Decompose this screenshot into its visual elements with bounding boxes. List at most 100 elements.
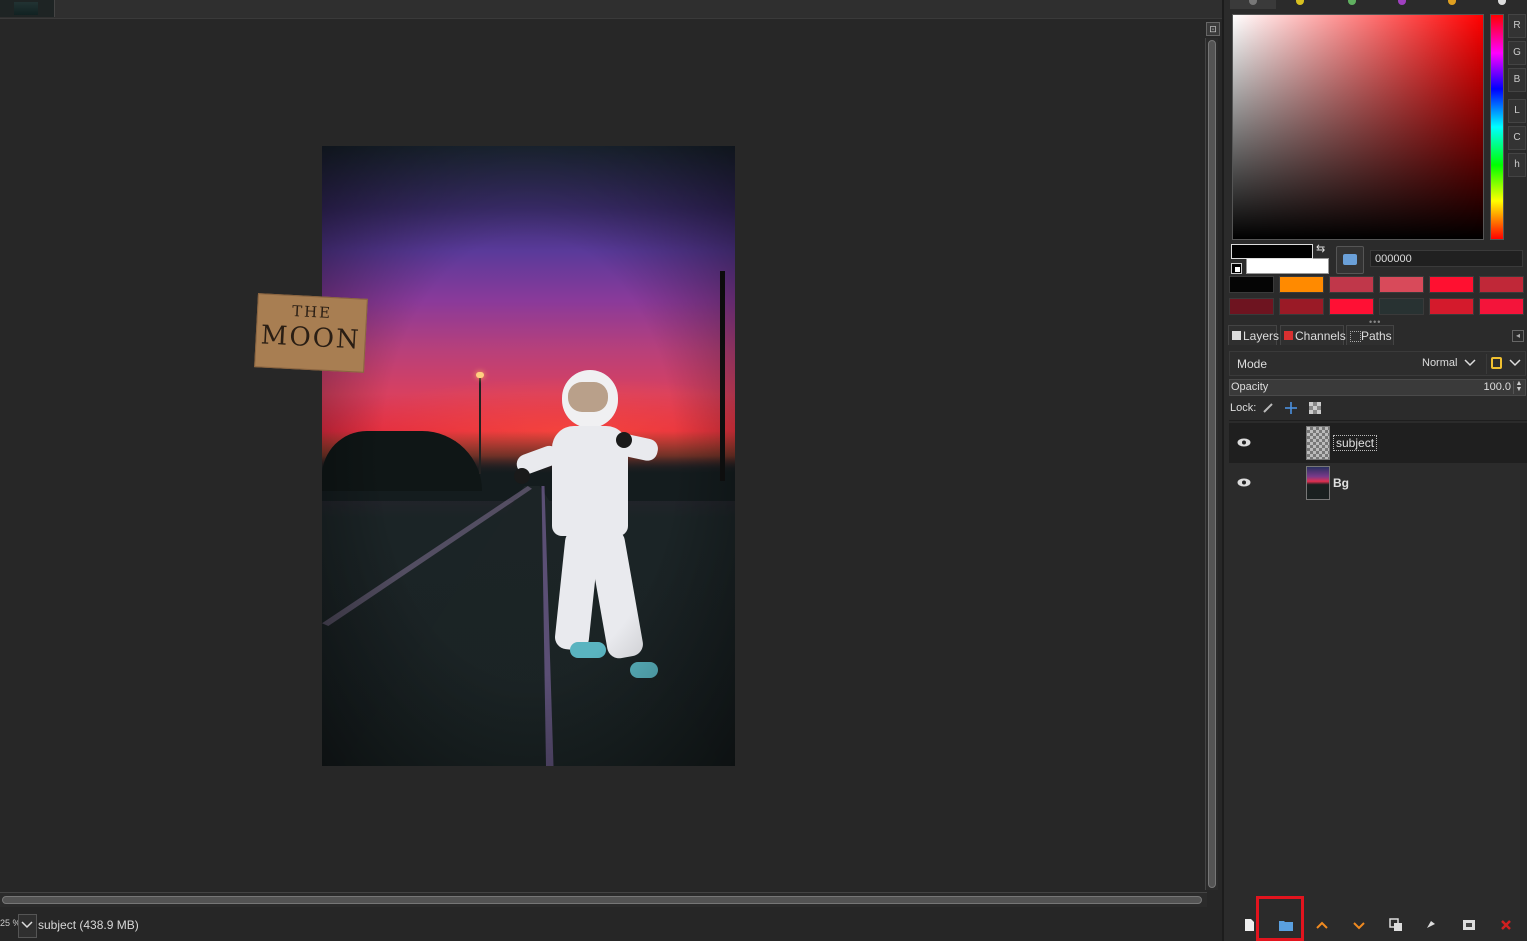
history-swatch[interactable] bbox=[1479, 276, 1524, 293]
eye-icon[interactable] bbox=[1237, 478, 1251, 487]
history-swatch[interactable] bbox=[1329, 276, 1374, 293]
eye-icon[interactable] bbox=[1237, 438, 1251, 447]
zoom-dropdown[interactable] bbox=[18, 914, 37, 938]
horizontal-scrollbar[interactable] bbox=[0, 892, 1207, 907]
channel-c-button[interactable]: C bbox=[1508, 126, 1526, 150]
channel-h-button[interactable]: h bbox=[1508, 153, 1526, 177]
anchor-layer-button[interactable] bbox=[1424, 918, 1440, 932]
lock-label: Lock: bbox=[1230, 402, 1257, 414]
status-layer-info: subject (438.9 MB) bbox=[38, 918, 139, 932]
vertical-scrollbar[interactable] bbox=[1205, 38, 1218, 890]
history-swatch[interactable] bbox=[1479, 298, 1524, 315]
lock-alpha-button[interactable] bbox=[1308, 401, 1322, 415]
history-swatch[interactable] bbox=[1429, 298, 1474, 315]
mode-select[interactable]: Normal bbox=[1422, 357, 1457, 369]
chevron-up-icon bbox=[1316, 921, 1328, 929]
color-picker-button[interactable] bbox=[1336, 246, 1364, 274]
mode-label: Mode bbox=[1237, 357, 1268, 371]
brush-icon bbox=[1263, 403, 1273, 413]
chevron-down-icon[interactable] bbox=[1464, 358, 1476, 368]
color-saturation-value-picker[interactable] bbox=[1232, 14, 1484, 240]
layer-mask-button[interactable] bbox=[1462, 918, 1478, 932]
layer-name[interactable]: Bg bbox=[1333, 476, 1349, 490]
status-bar bbox=[0, 910, 1222, 941]
tab-menu-icon[interactable]: ◂ bbox=[1512, 330, 1524, 342]
lock-position-button[interactable] bbox=[1284, 401, 1298, 415]
lock-pixels-button[interactable] bbox=[1261, 401, 1275, 415]
tab-preview bbox=[14, 2, 38, 15]
color-tab-palette[interactable] bbox=[1480, 0, 1526, 9]
color-history bbox=[1229, 276, 1527, 316]
tab-layers[interactable]: Layers bbox=[1228, 325, 1280, 345]
opacity-value[interactable]: 100.0 bbox=[1483, 381, 1511, 393]
history-swatch[interactable] bbox=[1229, 276, 1274, 293]
history-swatch[interactable] bbox=[1429, 276, 1474, 293]
channel-g-button[interactable]: G bbox=[1508, 41, 1526, 65]
layer-thumbnail bbox=[1306, 426, 1330, 460]
opacity-label: Opacity bbox=[1231, 381, 1269, 393]
default-colors-icon[interactable] bbox=[1231, 263, 1242, 274]
mask-icon bbox=[1463, 920, 1475, 930]
delete-layer-button[interactable] bbox=[1499, 918, 1515, 932]
paths-icon bbox=[1350, 331, 1361, 342]
sign-line2: MOON bbox=[260, 320, 362, 356]
horizontal-scroll-thumb[interactable] bbox=[2, 896, 1202, 904]
hex-color-input[interactable]: 000000 bbox=[1370, 250, 1523, 267]
history-swatch[interactable] bbox=[1229, 298, 1274, 315]
layers-icon bbox=[1232, 331, 1241, 340]
layer-row-bg[interactable]: Bg bbox=[1229, 463, 1527, 503]
duplicate-layer-button[interactable] bbox=[1389, 918, 1405, 932]
channel-l-button[interactable]: L bbox=[1508, 99, 1526, 123]
move-icon bbox=[1285, 402, 1297, 414]
history-swatch[interactable] bbox=[1379, 276, 1424, 293]
delete-icon bbox=[1501, 920, 1511, 930]
channel-r-button[interactable]: R bbox=[1508, 14, 1526, 38]
layer-row-subject[interactable]: subject bbox=[1229, 423, 1527, 463]
raise-layer-button[interactable] bbox=[1315, 918, 1331, 932]
image-tab-thumbnail[interactable] bbox=[0, 0, 55, 17]
hue-slider[interactable] bbox=[1490, 14, 1504, 240]
zoom-value[interactable]: 25 % bbox=[0, 918, 18, 928]
checkerboard-icon bbox=[1309, 402, 1321, 414]
layer-name[interactable]: subject bbox=[1333, 435, 1378, 451]
history-swatch[interactable] bbox=[1329, 298, 1374, 315]
image-canvas-area[interactable]: ⊡ THE MOON 25 % s bbox=[0, 0, 1222, 941]
color-selector-tabs bbox=[1230, 0, 1525, 10]
swap-colors-icon[interactable]: ⇆ bbox=[1316, 243, 1328, 255]
color-tab-cmyk[interactable] bbox=[1280, 0, 1326, 9]
vertical-scroll-thumb[interactable] bbox=[1208, 40, 1216, 888]
duplicate-icon bbox=[1389, 918, 1402, 931]
vignette bbox=[322, 146, 735, 766]
lower-layer-button[interactable] bbox=[1352, 918, 1368, 932]
composite-mode-button[interactable] bbox=[1486, 354, 1527, 374]
layers-list[interactable]: subject Bg bbox=[1229, 420, 1527, 891]
opacity-slider[interactable]: Opacity 100.0 ▲ ▼ bbox=[1229, 379, 1526, 396]
background-color-swatch[interactable] bbox=[1246, 258, 1329, 274]
color-tab-triangle[interactable] bbox=[1380, 0, 1426, 9]
color-tab-watercolor[interactable] bbox=[1430, 0, 1476, 9]
history-swatch[interactable] bbox=[1279, 298, 1324, 315]
image-canvas[interactable] bbox=[322, 146, 735, 766]
layer-thumbnail bbox=[1306, 466, 1330, 500]
chevron-down-icon bbox=[1353, 922, 1365, 930]
tab-channels[interactable]: Channels bbox=[1280, 325, 1346, 345]
chevron-down-icon bbox=[1509, 359, 1521, 367]
color-tab-scales[interactable] bbox=[1230, 0, 1276, 9]
tab-label: Layers bbox=[1243, 329, 1280, 343]
color-tab-wheel[interactable] bbox=[1330, 0, 1376, 9]
channel-b-button[interactable]: B bbox=[1508, 68, 1526, 92]
new-layer-icon bbox=[1245, 919, 1254, 931]
tab-paths[interactable]: Paths bbox=[1346, 325, 1394, 345]
history-swatch[interactable] bbox=[1379, 298, 1424, 315]
composite-icon bbox=[1491, 357, 1502, 369]
dock-tabs: Layers Channels Paths bbox=[1228, 325, 1527, 345]
navigate-icon[interactable]: ⊡ bbox=[1206, 22, 1220, 36]
opacity-spinner[interactable]: ▲ ▼ bbox=[1513, 380, 1524, 394]
highlight-annotation bbox=[1256, 896, 1304, 941]
chevron-down-icon bbox=[21, 921, 33, 929]
foreground-color-swatch[interactable] bbox=[1231, 244, 1313, 259]
history-swatch[interactable] bbox=[1279, 276, 1324, 293]
tab-label: Channels bbox=[1295, 329, 1346, 343]
layer-mode-row[interactable]: Mode Normal bbox=[1229, 351, 1526, 376]
right-dock: R G B L C h ⇆ 000000 ••• Layers Channels… bbox=[1222, 0, 1527, 941]
